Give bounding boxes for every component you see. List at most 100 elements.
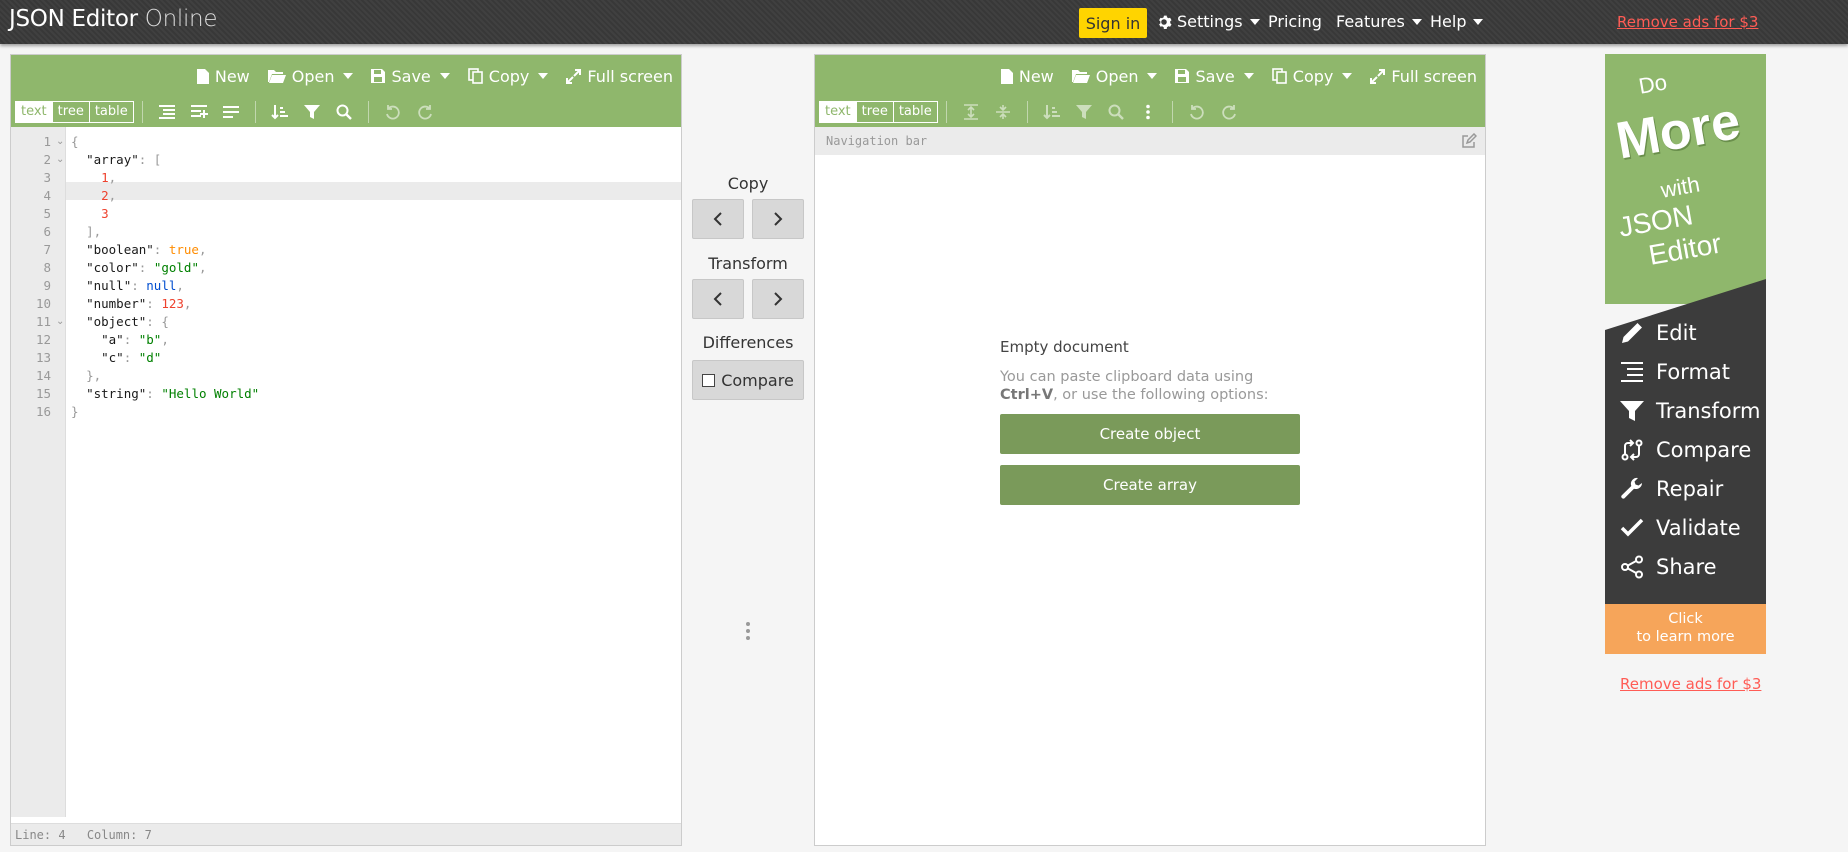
chevron-left-icon <box>713 292 722 306</box>
folder-open-icon <box>267 70 286 83</box>
promo-feature-compare: Compare <box>1620 438 1751 462</box>
new-button[interactable]: New <box>1000 67 1054 86</box>
transform-left-button[interactable] <box>692 279 744 319</box>
line-number: 4 <box>43 188 51 203</box>
open-label: Open <box>291 66 335 86</box>
navigation-bar-label: Navigation bar <box>826 134 928 148</box>
format-icon[interactable] <box>156 101 178 123</box>
compare-icon <box>1621 439 1643 461</box>
search-icon[interactable] <box>333 101 355 123</box>
fold-marker[interactable]: ⌄ <box>56 133 64 151</box>
copy-right-button[interactable] <box>752 199 804 239</box>
mode-table[interactable]: table <box>90 102 133 122</box>
fold-marker[interactable]: ⌄ <box>56 151 64 169</box>
code-line: }, <box>86 368 102 383</box>
editor-status-bar: Line: 4 Column: 7 <box>11 823 681 845</box>
line-number: 13 <box>35 350 51 365</box>
promo-feature-label: Format <box>1656 360 1731 384</box>
line-number: 12 <box>35 332 51 347</box>
promo-feature-label: Edit <box>1656 321 1697 345</box>
app-title-sub: Online <box>144 6 218 32</box>
save-button[interactable]: Save <box>371 67 450 86</box>
edit-icon[interactable] <box>1461 133 1477 149</box>
line-number: 14 <box>35 368 51 383</box>
open-button[interactable]: Open <box>1071 67 1158 86</box>
open-button[interactable]: Open <box>267 66 354 86</box>
save-label: Save <box>1195 66 1235 86</box>
promo-feature-label: Compare <box>1656 438 1752 462</box>
features-menu[interactable]: Features <box>1336 12 1422 31</box>
new-button[interactable]: New <box>196 67 250 86</box>
copy-left-button[interactable] <box>692 199 744 239</box>
top-bar: JSON Editor Online Sign in Settings Pric… <box>0 0 1848 44</box>
fullscreen-label: Full screen <box>587 66 673 86</box>
chevron-down-icon <box>1147 73 1158 79</box>
code-line: } <box>71 404 79 419</box>
chevron-down-icon <box>1411 18 1422 25</box>
mode-tree[interactable]: tree <box>857 102 894 122</box>
filter-icon[interactable] <box>301 101 323 123</box>
transform-right-button[interactable] <box>752 279 804 319</box>
save-button[interactable]: Save <box>1175 66 1254 86</box>
promo-feature-repair: Repair <box>1620 477 1723 501</box>
search-icon[interactable] <box>1105 101 1127 123</box>
features-label: Features <box>1336 12 1405 31</box>
compare-toggle[interactable]: Compare <box>692 360 804 400</box>
copy-button[interactable]: Copy <box>1271 67 1353 86</box>
promo-banner[interactable]: Do More with JSON Editor Edit Format Tra… <box>1605 54 1766 654</box>
expand-all-icon[interactable] <box>960 101 982 123</box>
redo-icon[interactable] <box>414 101 436 123</box>
redo-icon[interactable] <box>1218 101 1240 123</box>
promo-learn-more-button[interactable]: Click to learn more <box>1605 604 1766 654</box>
create-object-button[interactable]: Create object <box>1000 414 1300 454</box>
remove-ads-link[interactable]: Remove ads for $3 <box>1617 13 1758 31</box>
json-code-editor[interactable]: { "array": [ 1, 2, 3 ], "boolean": true,… <box>66 127 681 817</box>
fullscreen-label: Full screen <box>1391 66 1477 86</box>
line-number: 9 <box>43 278 51 293</box>
chevron-left-icon <box>713 212 722 226</box>
copy-button[interactable]: Copy <box>467 67 549 86</box>
copy-icon <box>1271 68 1287 84</box>
pricing-link[interactable]: Pricing <box>1268 12 1322 31</box>
promo-feature-edit: Edit <box>1620 321 1697 345</box>
promo-feature-transform: Transform <box>1620 399 1760 423</box>
chevron-down-icon <box>1473 18 1484 25</box>
sort-icon[interactable] <box>269 101 291 123</box>
fold-marker[interactable]: ⌄ <box>56 313 64 331</box>
mode-table[interactable]: table <box>894 102 937 122</box>
toolbar-divider <box>254 101 256 123</box>
mode-text[interactable]: text <box>820 102 857 122</box>
help-menu[interactable]: Help <box>1430 12 1484 31</box>
chevron-down-icon <box>1249 18 1260 25</box>
app-title[interactable]: JSON Editor Online <box>9 6 217 32</box>
chevron-down-icon <box>1342 73 1353 79</box>
undo-icon[interactable] <box>1186 101 1208 123</box>
settings-menu[interactable]: Settings <box>1157 12 1260 31</box>
line-number-gutter: 1 ⌄ 2 ⌄ 3 4 5 6 7 8 9 10 11 ⌄ 12 13 14 1… <box>11 127 66 817</box>
fullscreen-button[interactable]: Full screen <box>566 67 673 86</box>
code-line: 3 <box>101 206 109 221</box>
navigation-bar[interactable]: Navigation bar <box>815 127 1485 155</box>
more-vertical-icon[interactable] <box>1137 101 1159 123</box>
undo-icon[interactable] <box>382 101 404 123</box>
file-icon <box>1000 68 1013 84</box>
sort-icon[interactable] <box>1041 101 1063 123</box>
sign-in-button[interactable]: Sign in <box>1079 8 1147 38</box>
promo-feature-share: Share <box>1620 555 1717 579</box>
remove-ads-link-bottom[interactable]: Remove ads for $3 <box>1620 675 1761 693</box>
filter-icon[interactable] <box>1073 101 1095 123</box>
save-icon <box>1175 69 1190 83</box>
collapse-all-icon[interactable] <box>992 101 1014 123</box>
line-number: 3 <box>43 170 51 185</box>
mode-tree[interactable]: tree <box>53 102 90 122</box>
checkbox-icon <box>702 373 716 387</box>
code-line: "boolean": true, <box>86 242 207 257</box>
fullscreen-button[interactable]: Full screen <box>1370 67 1477 86</box>
code-line: "null": null, <box>86 278 184 293</box>
compact-icon[interactable] <box>188 101 210 123</box>
folder-open-icon <box>1071 70 1090 83</box>
repair-icon[interactable] <box>220 101 242 123</box>
panel-resize-handle[interactable] <box>746 622 750 640</box>
create-array-button[interactable]: Create array <box>1000 465 1300 505</box>
mode-text[interactable]: text <box>16 102 53 122</box>
